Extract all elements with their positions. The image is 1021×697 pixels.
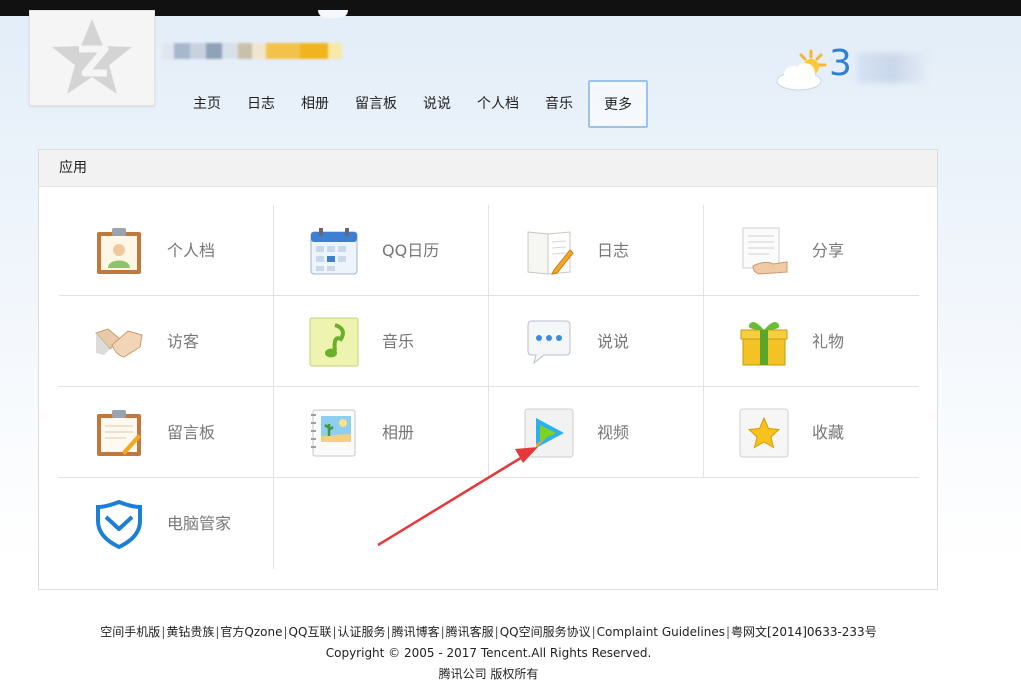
handshake-icon — [95, 328, 143, 358]
speech-bubble-icon — [527, 320, 571, 365]
app-label: 分享 — [812, 241, 845, 260]
apps-panel: 应用 个人档 QQ日历 日志 分享 访客 音乐 说说 礼物 留言板 相册 视频 … — [38, 149, 938, 590]
weather-temperature: 3 — [829, 43, 852, 84]
footer-link-qq-connect[interactable]: QQ互联 — [289, 625, 332, 639]
footer-company: 腾讯公司 版权所有 — [438, 667, 539, 681]
avatar[interactable] — [29, 10, 155, 106]
star-icon — [739, 408, 789, 458]
app-label: QQ日历 — [382, 241, 440, 260]
top-bar-tab — [318, 10, 348, 18]
footer-link-mobile[interactable]: 空间手机版 — [100, 625, 160, 639]
user-name-blurred — [162, 36, 370, 66]
apps-row: 电脑管家 — [59, 478, 919, 569]
app-label: 个人档 — [167, 241, 216, 260]
weather-city-blurred — [857, 53, 927, 83]
footer-copyright: Copyright © 2005 - 2017 Tencent.All Righ… — [325, 646, 652, 660]
nav-message-board[interactable]: 留言板 — [342, 80, 410, 128]
app-favorites[interactable]: 收藏 — [704, 387, 919, 478]
diary-icon — [527, 231, 574, 275]
app-shuoshuo[interactable]: 说说 — [489, 296, 704, 387]
app-profile[interactable]: 个人档 — [59, 205, 274, 296]
nav-profile[interactable]: 个人档 — [464, 80, 532, 128]
partly-cloudy-icon — [776, 49, 827, 91]
app-label: 相册 — [382, 423, 415, 442]
share-icon — [742, 227, 788, 275]
footer-link-support[interactable]: 腾讯客服 — [446, 625, 494, 639]
empty-cell — [274, 478, 489, 569]
qzone-star-icon — [52, 19, 132, 94]
footer-link-complaint[interactable]: Complaint Guidelines — [597, 625, 725, 639]
footer-link-license[interactable]: 粤网文[2014]0633-233号 — [731, 625, 877, 639]
app-gift[interactable]: 礼物 — [704, 296, 919, 387]
app-share[interactable]: 分享 — [704, 205, 919, 296]
app-message-board[interactable]: 留言板 — [59, 387, 274, 478]
footer-link-vip[interactable]: 黄钻贵族 — [166, 625, 214, 639]
nav-home[interactable]: 主页 — [180, 80, 234, 128]
app-video[interactable]: 视频 — [489, 387, 704, 478]
app-label: 说说 — [597, 332, 630, 351]
app-visitors[interactable]: 访客 — [59, 296, 274, 387]
apps-row: 留言板 相册 视频 收藏 — [59, 387, 919, 478]
app-label: 电脑管家 — [167, 514, 232, 533]
message-board-icon — [97, 410, 141, 456]
app-label: 访客 — [167, 332, 200, 351]
nav-album[interactable]: 相册 — [288, 80, 342, 128]
nav-more[interactable]: 更多 — [588, 80, 648, 128]
gift-icon — [740, 321, 788, 366]
footer-link-official-qzone[interactable]: 官方Qzone — [220, 625, 282, 639]
app-label: 收藏 — [812, 423, 845, 442]
nav-shuoshuo[interactable]: 说说 — [410, 80, 464, 128]
music-note-icon — [309, 317, 359, 367]
main-nav: 主页 日志 相册 留言板 说说 个人档 音乐 更多 — [180, 80, 648, 130]
app-label: 礼物 — [812, 332, 845, 351]
footer-link-service-agreement[interactable]: QQ空间服务协议 — [500, 625, 591, 639]
app-label: 音乐 — [382, 332, 415, 351]
footer-links: 空间手机版|黄钻贵族|官方Qzone|QQ互联|认证服务|腾讯博客|腾讯客服|Q… — [100, 625, 877, 639]
weather-widget[interactable]: 3 — [775, 43, 935, 95]
nav-diary[interactable]: 日志 — [234, 80, 288, 128]
footer-link-certification[interactable]: 认证服务 — [338, 625, 386, 639]
app-photo-album[interactable]: 相册 — [274, 387, 489, 478]
profile-card-icon — [97, 228, 141, 274]
app-pc-manager[interactable]: 电脑管家 — [59, 478, 274, 569]
footer-link-blog[interactable]: 腾讯博客 — [392, 625, 440, 639]
apps-grid: 个人档 QQ日历 日志 分享 访客 音乐 说说 礼物 留言板 相册 视频 收藏 … — [59, 205, 919, 569]
app-diary[interactable]: 日志 — [489, 205, 704, 296]
apps-row: 个人档 QQ日历 日志 分享 — [59, 205, 919, 296]
app-label: 日志 — [597, 241, 630, 260]
photo-album-icon — [311, 409, 356, 457]
apps-row: 访客 音乐 说说 礼物 — [59, 296, 919, 387]
nav-music[interactable]: 音乐 — [532, 80, 586, 128]
shield-icon — [96, 499, 142, 549]
app-label: 视频 — [597, 423, 630, 442]
app-music[interactable]: 音乐 — [274, 296, 489, 387]
calendar-icon — [310, 228, 358, 275]
app-qq-calendar[interactable]: QQ日历 — [274, 205, 489, 296]
footer: 空间手机版|黄钻贵族|官方Qzone|QQ互联|认证服务|腾讯博客|腾讯客服|Q… — [0, 622, 977, 685]
apps-panel-title: 应用 — [39, 150, 937, 187]
app-label: 留言板 — [167, 423, 216, 442]
video-play-icon — [524, 408, 574, 458]
